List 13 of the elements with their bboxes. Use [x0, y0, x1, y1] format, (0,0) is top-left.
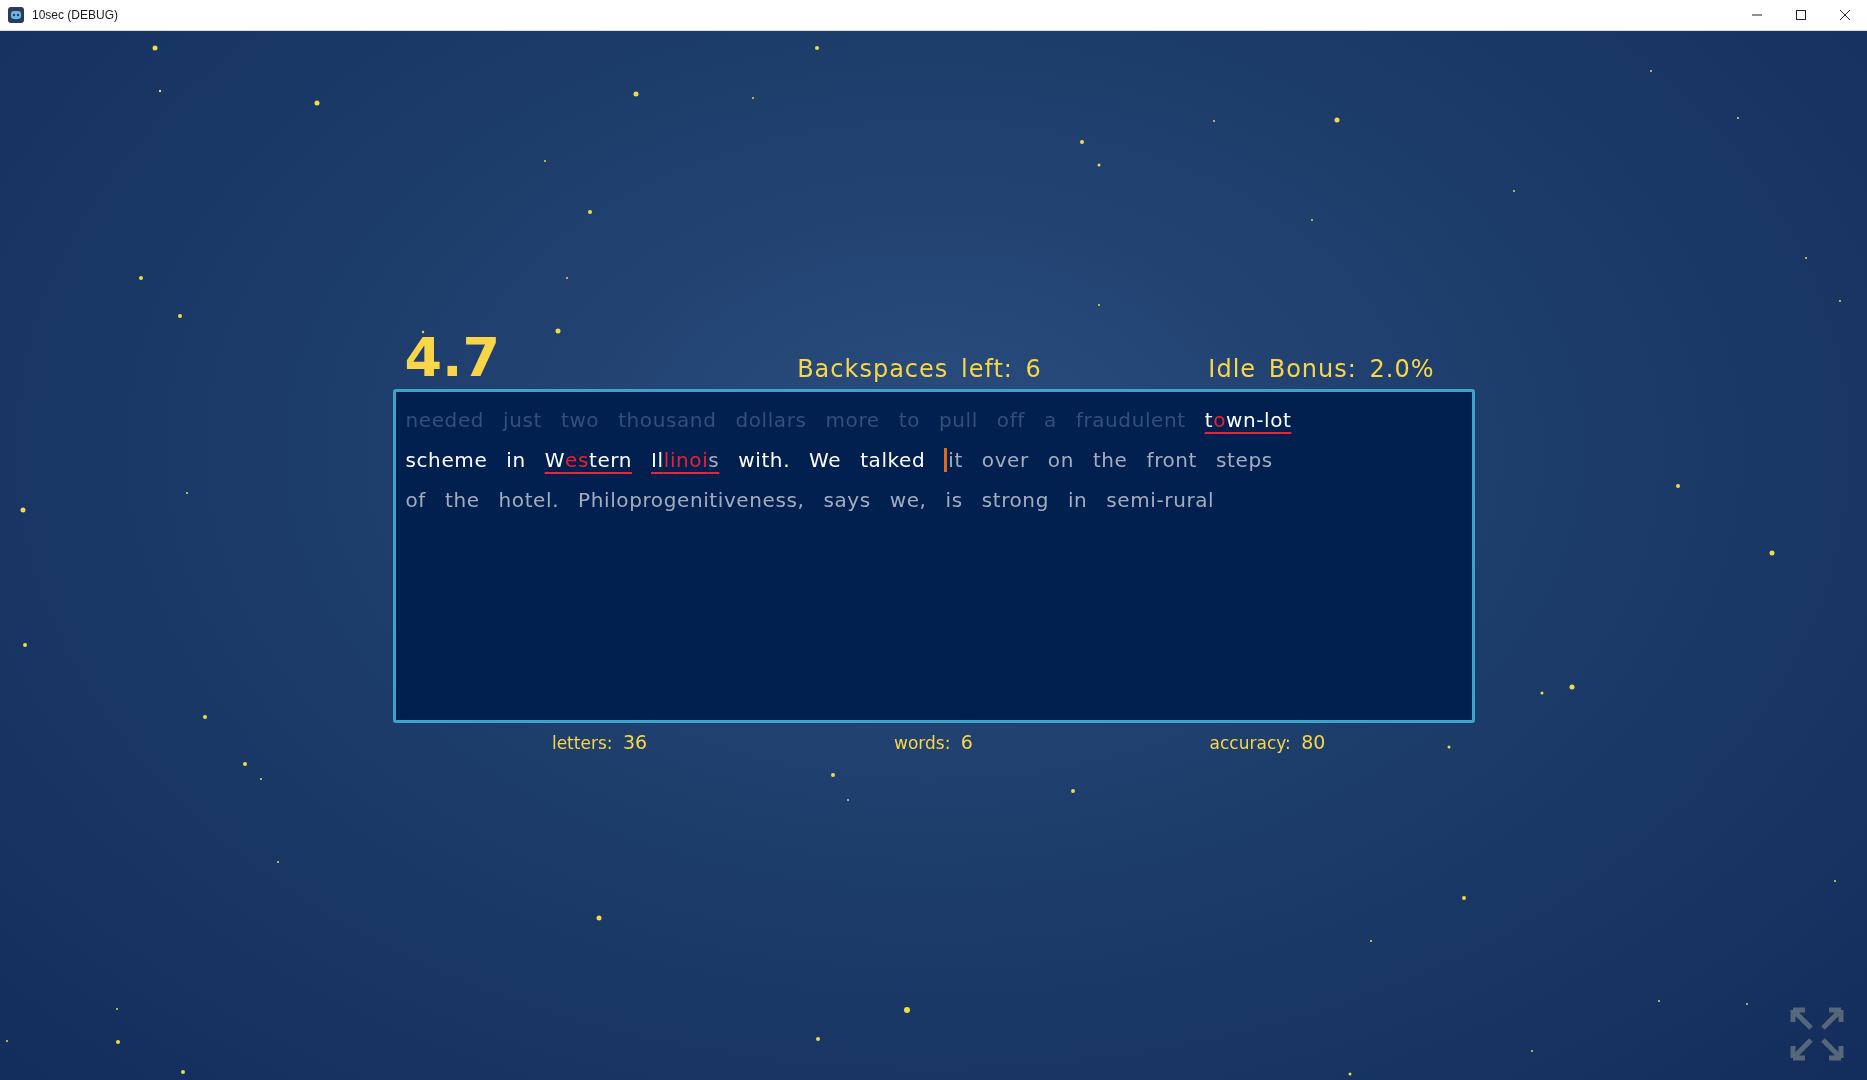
typing-text-box[interactable]	[392, 389, 1475, 723]
stat-readout: words: 6	[894, 731, 973, 753]
backspaces-counter: Backspaces left: 6	[797, 355, 1042, 385]
app-icon	[8, 7, 24, 23]
idle-bonus-readout: Idle Bonus: 2.0%	[1208, 355, 1435, 385]
window-title: 10sec (DEBUG)	[32, 8, 119, 22]
maximize-icon	[1796, 10, 1806, 20]
passage-line: of the hotel. Philoprogenitiveness, says we, is strong in semi-rural	[405, 487, 1216, 514]
passage-line: scheme in Western Illinois with. We talked it over on the front steps	[405, 447, 1274, 474]
close-icon	[1840, 10, 1850, 20]
timer-readout: 4.7	[404, 331, 501, 385]
stat-readout: accuracy: 80	[1209, 731, 1326, 753]
stat-readout: letters: 36	[551, 731, 648, 753]
